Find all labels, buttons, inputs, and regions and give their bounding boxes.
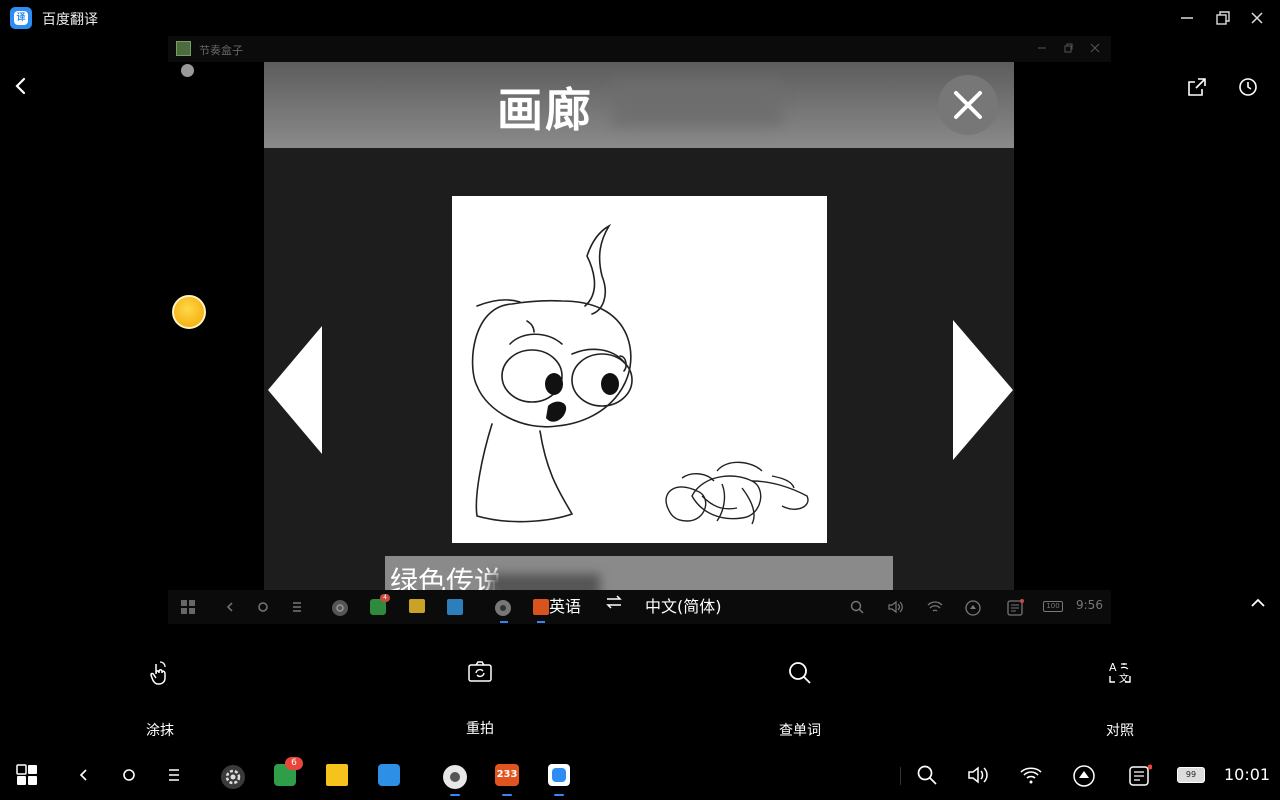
captured-rhythm-app-icon xyxy=(495,600,511,616)
captured-minimize-icon xyxy=(1038,47,1046,49)
rhythm-box-app-icon[interactable] xyxy=(442,764,468,790)
captured-battery: 100 xyxy=(1043,601,1063,612)
captured-active-indicator xyxy=(500,621,508,623)
files-app-icon[interactable] xyxy=(326,764,348,786)
gallery-close-icon xyxy=(954,91,982,119)
nav-back-icon[interactable] xyxy=(76,764,90,786)
captured-dot-marker xyxy=(181,64,194,77)
captured-back-icon xyxy=(226,602,233,612)
chevron-up-icon[interactable] xyxy=(1249,596,1267,610)
captured-eject-icon xyxy=(965,600,981,616)
active-app-indicator xyxy=(450,794,460,796)
previous-arrow-icon xyxy=(268,326,322,454)
captured-close-icon xyxy=(1090,43,1100,53)
tool-smear-label: 涂抹 xyxy=(146,723,174,739)
captured-233-app-icon xyxy=(533,599,549,615)
eject-icon[interactable] xyxy=(1072,764,1096,788)
gallery-app-icon[interactable] xyxy=(378,764,400,786)
tool-retake-label: 重拍 xyxy=(466,721,494,737)
blurred-header-text xyxy=(612,80,782,126)
system-clock: 10:01 xyxy=(1224,765,1271,784)
captured-window-title: 节奏盒子 xyxy=(199,44,243,57)
tool-retake[interactable]: 重拍 xyxy=(420,660,540,738)
active-app-indicator-2 xyxy=(502,794,512,796)
back-arrow-icon[interactable] xyxy=(12,76,30,96)
source-language-selector[interactable]: 英语 xyxy=(549,593,581,617)
target-language-selector[interactable]: 中文(简体) xyxy=(645,593,722,617)
notifications-icon[interactable] xyxy=(1128,764,1152,788)
tool-compare-label: 对照 xyxy=(1106,723,1134,739)
settings-app-icon[interactable] xyxy=(220,764,246,790)
svg-text:文: 文 xyxy=(1119,672,1129,685)
taskbar-divider xyxy=(900,767,901,785)
captured-active-indicator-2 xyxy=(537,621,545,623)
character-drawing xyxy=(471,223,809,525)
captured-restore-icon xyxy=(1064,43,1073,53)
start-menu-icon[interactable] xyxy=(16,764,38,786)
nav-menu-icon[interactable] xyxy=(166,764,182,786)
app-store-badge: 6 xyxy=(285,757,303,770)
restore-icon[interactable] xyxy=(1210,6,1234,30)
captured-start-icon xyxy=(181,600,195,614)
tool-compare[interactable]: A文 对照 xyxy=(1060,660,1180,740)
captured-files-app-icon xyxy=(409,599,425,613)
captured-settings-app-icon xyxy=(332,600,348,616)
search-icon xyxy=(789,662,811,684)
captured-search-icon xyxy=(850,600,864,614)
captured-window-titlebar xyxy=(168,36,1111,62)
gallery-title: 画廊 xyxy=(497,83,593,137)
captured-notifications-icon xyxy=(1007,599,1024,616)
app-233-icon[interactable]: 233 xyxy=(495,764,519,786)
history-clock-icon[interactable] xyxy=(1237,76,1259,98)
captured-gallery-app-icon xyxy=(447,599,463,615)
baidu-translate-taskbar-icon[interactable] xyxy=(548,764,570,786)
captured-wifi-icon xyxy=(927,601,943,612)
battery-indicator: 99 xyxy=(1177,767,1205,783)
wifi-icon[interactable] xyxy=(1019,764,1043,786)
close-icon[interactable] xyxy=(1245,6,1269,30)
gallery-close-button xyxy=(938,75,998,135)
hand-smear-icon xyxy=(150,661,166,685)
nav-home-icon[interactable] xyxy=(120,764,138,786)
battery-percent: 99 xyxy=(1185,770,1197,779)
tool-lookup-word[interactable]: 查单词 xyxy=(740,660,860,740)
captured-volume-icon xyxy=(888,600,903,614)
captured-home-icon xyxy=(258,602,268,612)
swap-arrows-icon[interactable] xyxy=(605,594,623,610)
title-bar xyxy=(0,0,1280,36)
captured-badge: 4 xyxy=(380,594,390,602)
floating-coin-widget[interactable] xyxy=(172,295,206,329)
baidu-translate-logo-icon: 译 xyxy=(10,7,32,29)
drawing-canvas xyxy=(452,196,827,543)
captured-clock: 9:56 xyxy=(1076,598,1103,612)
svg-text:A: A xyxy=(1109,661,1117,674)
window-title: 百度翻译 xyxy=(42,12,98,28)
tool-lookup-label: 查单词 xyxy=(779,723,821,739)
taskbar-search-icon[interactable] xyxy=(916,764,938,786)
tool-smear[interactable]: 涂抹 xyxy=(100,660,220,740)
volume-icon[interactable] xyxy=(966,764,992,786)
next-arrow-icon xyxy=(953,320,1013,460)
camera-retake-icon xyxy=(468,661,492,682)
translate-compare-icon: A文 xyxy=(1109,661,1131,685)
rhythm-box-app-icon xyxy=(176,41,191,56)
share-export-icon[interactable] xyxy=(1186,76,1208,98)
active-app-indicator-3 xyxy=(554,794,564,796)
captured-menu-icon xyxy=(293,602,301,612)
minimize-icon[interactable] xyxy=(1175,6,1199,30)
